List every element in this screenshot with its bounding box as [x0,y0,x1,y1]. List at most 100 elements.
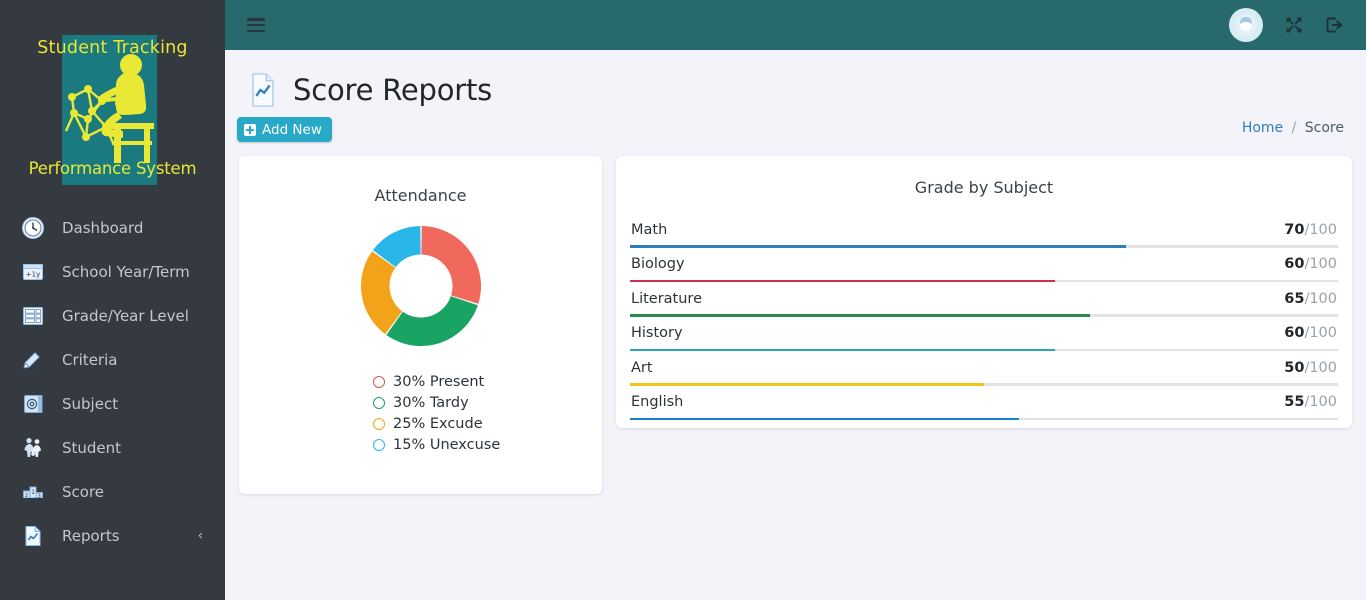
legend-label: 15% Unexcuse [393,436,501,453]
legend-color-dot [373,396,385,409]
grade-bar-track [630,417,1338,420]
svg-text:+1y: +1y [26,271,40,279]
sidebar-item-reports[interactable]: Reports ‹ [0,514,225,558]
sidebar-item-score[interactable]: 1 2 3 Score [0,470,225,514]
add-new-button[interactable]: Add New [237,117,332,142]
grade-score-value: 60/100 [1284,256,1337,272]
grade-subject-label: Biology [631,256,685,272]
sidebar-item-dashboard[interactable]: Dashboard [0,206,225,250]
brand-line-2: Performance System [28,159,197,178]
sidebar-nav: Dashboard +1y School Year/Term Grade/Yea… [0,200,225,558]
breadcrumb: Home / Score [1242,120,1344,136]
svg-text:1: 1 [31,489,35,496]
legend-label: 30% Present [393,373,485,390]
grade-subject-label: Literature [631,290,702,307]
grade-rows: Math 70/100 Biology 60/100 Literature 65/100 H… [630,213,1338,420]
pencil-down-arrow-icon [20,347,46,373]
grade-score-value: 55/100 [1284,394,1337,410]
grade-subject-label: Math [631,221,668,238]
page-title: Score Reports [293,73,493,107]
podium-icon: 1 2 3 [20,479,46,505]
breadcrumb-separator: / [1291,120,1297,136]
attendance-legend: 30% Present 30% Tardy 25% Excude 15% Unexcu… [239,371,602,455]
legend-color-dot [373,375,385,388]
sidebar-item-school-year-term[interactable]: +1y School Year/Term [0,250,225,294]
sidebar-item-label: Dashboard [62,219,144,237]
people-icon [20,435,46,461]
page-title-wrap: Score Reports [247,72,492,108]
plus-square-icon [244,123,256,136]
sidebar-item-label: Subject [62,395,119,413]
sidebar: Student Tracking Performance System Dash… [0,0,225,600]
document-chart-icon [247,72,279,108]
cards-row: Attendance 30% Present 30% Tardy 25% Excud… [225,142,1366,494]
grade-chart-title: Grade by Subject [914,178,1054,197]
sidebar-item-label: Reports [62,527,120,545]
sidebar-item-student[interactable]: Student [0,426,225,470]
sidebar-item-label: Criteria [62,351,118,369]
sidebar-item-label: Score [62,483,105,501]
app-root: Student Tracking Performance System Dash… [0,0,1366,600]
brand-logo[interactable]: Student Tracking Performance System [0,0,225,200]
toolbar: Add New [225,108,1366,142]
brand-line-1: Student Tracking [37,38,188,58]
page-header: Score Reports Home / Score [225,50,1366,136]
add-new-label: Add New [262,121,322,138]
donut-segment [420,226,481,304]
grade-row-inner: Art 50/100 [630,351,1338,384]
logout-icon[interactable] [1325,16,1344,34]
legend-color-dot [373,438,385,451]
student-at-desk-icon [64,54,154,163]
legend-label: 30% Tardy [393,394,469,411]
grade-bar-fill [630,417,1020,420]
donut-segment [385,296,478,346]
expand-arrows-icon[interactable] [1285,16,1303,34]
grade-score-value: 50/100 [1284,359,1337,376]
grade-row: Biology 60/100 [630,248,1338,282]
sidebar-item-label: School Year/Term [62,263,190,281]
sidebar-item-label: Grade/Year Level [62,307,189,325]
grade-subject-label: History [631,325,683,341]
grade-row: Literature 65/100 [630,282,1338,317]
breadcrumb-home-link[interactable]: Home [1242,120,1283,136]
user-avatar-icon[interactable] [1229,8,1263,42]
main-area: Score Reports Home / Score Add New Atten… [225,0,1366,600]
attendance-donut-chart [239,223,602,349]
grade-subject-label: English [631,394,684,410]
sidebar-item-subject[interactable]: Subject [0,382,225,426]
grade-score-value: 70/100 [1284,221,1337,238]
book-icon [20,391,46,417]
grade-row: Art 50/100 [630,351,1338,386]
legend-item: 25% Excude [373,413,602,434]
grade-row-inner: History 60/100 [630,317,1338,350]
sidebar-item-criteria[interactable]: Criteria [0,338,225,382]
chevron-left-icon[interactable]: ‹ [198,530,203,543]
top-navbar [225,0,1366,50]
grade-score-value: 60/100 [1284,325,1337,341]
grade-row-inner: Biology 60/100 [630,248,1338,281]
attendance-chart-title: Attendance [374,186,467,205]
grade-row-inner: Literature 65/100 [630,282,1338,315]
grade-row-inner: Math 70/100 [630,213,1338,246]
legend-label: 25% Excude [393,415,483,432]
page-content: Score Reports Home / Score Add New Atten… [225,50,1366,600]
sidebar-item-label: Student [62,439,122,457]
breadcrumb-current: Score [1304,120,1344,136]
grade-row: English 55/100 [630,386,1338,420]
attendance-card: Attendance 30% Present 30% Tardy 25% Excud… [239,156,602,494]
legend-color-dot [373,417,385,430]
grade-subject-label: Art [631,359,653,376]
clock-icon [20,215,46,241]
grade-row: Math 70/100 [630,213,1338,248]
legend-item: 15% Unexcuse [373,434,602,455]
grade-row: History 60/100 [630,317,1338,351]
grade-score-value: 65/100 [1284,290,1337,307]
legend-item: 30% Tardy [373,392,602,413]
grade-row-inner: English 55/100 [630,386,1338,419]
grade-by-subject-card: Grade by Subject Math 70/100 Biology 60/100… [616,156,1352,428]
sidebar-item-grade-year-level[interactable]: Grade/Year Level [0,294,225,338]
calendar-plus-year-icon: +1y [20,259,46,285]
legend-item: 30% Present [373,371,602,392]
grid-list-icon [20,303,46,329]
hamburger-icon[interactable] [247,18,265,32]
